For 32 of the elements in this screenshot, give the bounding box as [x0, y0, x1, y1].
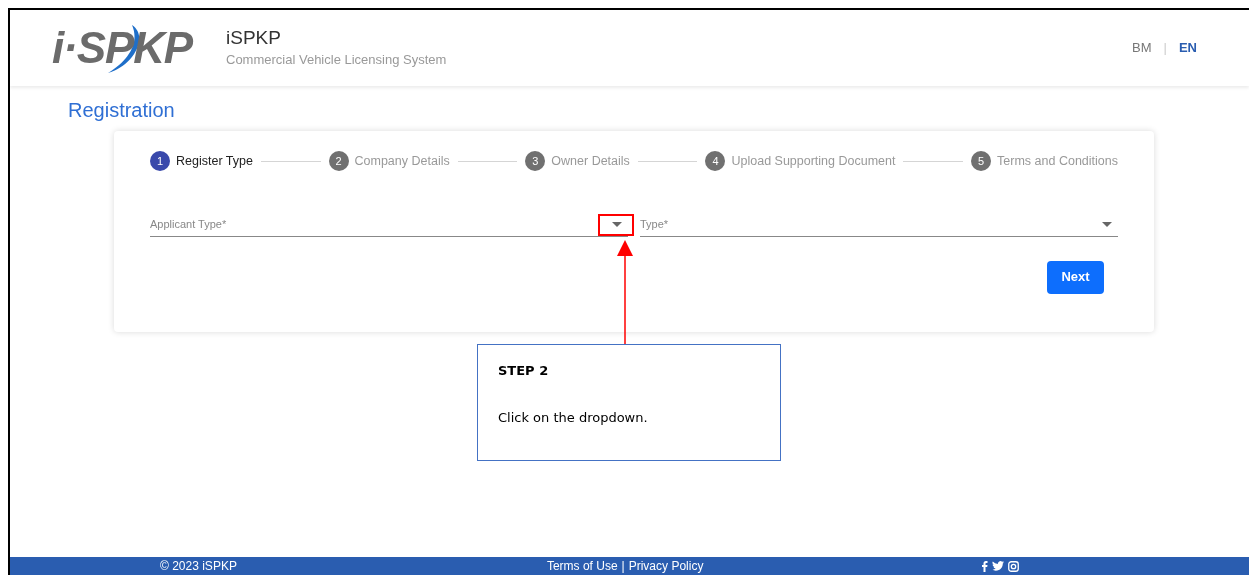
step-label: Company Details — [354, 152, 450, 170]
dropdown-caret-icon — [1102, 221, 1112, 227]
step-number: 3 — [525, 151, 546, 171]
page-title: Registration — [68, 98, 176, 123]
step-label: Owner Details — [551, 152, 630, 170]
step-number: 1 — [150, 151, 170, 171]
step-label: Terms and Conditions — [997, 152, 1118, 170]
language-separator: | — [1163, 39, 1167, 58]
language-link[interactable]: BM — [1132, 38, 1152, 58]
bird-icon[interactable] — [992, 561, 1004, 571]
next-button[interactable]: Next — [1047, 260, 1104, 294]
field-label: Applicant Type* — [150, 217, 227, 232]
step-number: 5 — [971, 151, 992, 171]
app-subtitle: Commercial Vehicle Licensing System — [226, 51, 447, 70]
step-number: 4 — [705, 151, 726, 171]
dropdown-caret-icon — [612, 221, 622, 227]
facebook-icon[interactable] — [981, 560, 988, 572]
step-label: Upload Supporting Document — [731, 152, 896, 170]
app-title: iSPKP — [226, 26, 282, 51]
copyright-text: © 2023 iSPKP — [160, 558, 237, 575]
step-number: 2 — [328, 151, 349, 171]
callout-title: STEP 2 — [498, 362, 550, 380]
select-field[interactable]: Applicant Type* — [150, 216, 628, 237]
language-link[interactable]: EN — [1178, 38, 1197, 58]
step-label: Register Type — [176, 152, 253, 170]
footer-link[interactable]: Terms of Use — [546, 557, 618, 575]
link-separator: | — [621, 558, 625, 575]
camera-icon[interactable] — [1008, 560, 1019, 572]
field-label: Type* — [640, 217, 669, 232]
select-field[interactable]: Type* — [640, 216, 1118, 237]
footer-link[interactable]: Privacy Policy — [628, 557, 704, 575]
callout-text: Click on the dropdown. — [498, 408, 649, 427]
